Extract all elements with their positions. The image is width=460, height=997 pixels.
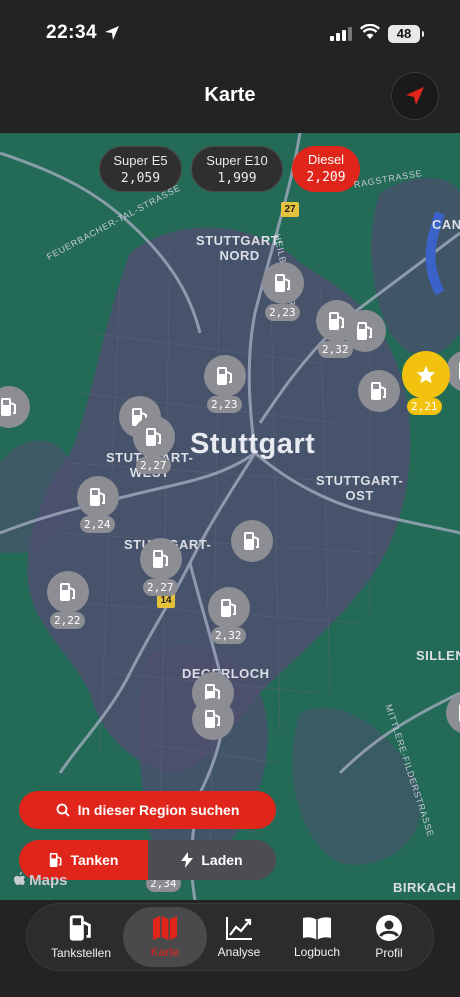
- district-label-can: CAN: [432, 217, 460, 232]
- apple-maps-attribution[interactable]: Maps: [14, 872, 68, 889]
- lightning-icon: [181, 852, 194, 868]
- navigation-arrow-icon: [406, 87, 424, 105]
- mode-tanken-label: Tanken: [70, 852, 119, 868]
- battery-indicator: 48: [388, 25, 424, 43]
- gas-station-marker[interactable]: [208, 587, 250, 629]
- road-shield-27: 27: [281, 202, 299, 217]
- fuel-chip-price: 2,059: [120, 171, 161, 186]
- tab-tankstellen[interactable]: Tankstellen: [41, 904, 121, 970]
- fuel-pump-icon: [205, 710, 220, 728]
- fuel-chip-label: Super E10: [206, 153, 268, 168]
- apple-logo-icon: [14, 872, 25, 885]
- fuel-pump-icon: [49, 853, 61, 867]
- gas-station-marker[interactable]: [316, 300, 358, 342]
- status-bar: 22:34 48: [0, 0, 460, 70]
- fuel-chip-price: 2,209: [306, 170, 346, 185]
- wifi-icon: [360, 24, 380, 39]
- station-price-label: 2,32: [318, 341, 353, 358]
- gas-station-marker[interactable]: [140, 538, 182, 580]
- gas-station-marker[interactable]: [192, 698, 234, 740]
- tab-label: Karte: [150, 945, 180, 959]
- fuel-pump-icon: [90, 488, 105, 506]
- fuel-pump-icon: [357, 322, 372, 340]
- fuel-pump-icon: [244, 532, 259, 550]
- favorite-station-marker[interactable]: [402, 351, 450, 399]
- mode-laden-button[interactable]: Laden: [148, 840, 276, 880]
- map-view[interactable]: Super E5 2,059 Super E10 1,999 Diesel 2,…: [0, 133, 460, 900]
- station-price-label: 2,23: [265, 304, 300, 321]
- tab-profil[interactable]: Profil: [359, 904, 419, 970]
- city-label: Stuttgart: [190, 428, 316, 460]
- fuel-chip-label: Diesel: [307, 152, 345, 167]
- district-label-nord: STUTTGART- NORD: [196, 233, 284, 263]
- tab-logbuch[interactable]: Logbuch: [279, 904, 355, 970]
- map-icon: [153, 916, 177, 940]
- star-icon: [416, 365, 436, 384]
- search-region-label: In dieser Region suchen: [77, 802, 240, 818]
- location-arrow-icon: [105, 26, 119, 40]
- district-label-sillen: SILLEN: [416, 648, 460, 663]
- fuel-pump-icon: [217, 367, 232, 385]
- fuel-pump-icon: [329, 312, 344, 330]
- station-price-label: 2,27: [143, 579, 178, 596]
- locate-me-button[interactable]: [391, 72, 439, 120]
- gas-station-marker[interactable]: [262, 262, 304, 304]
- tab-label: Logbuch: [293, 945, 341, 959]
- tab-analyse[interactable]: Analyse: [207, 904, 271, 970]
- fuel-chip-price: 1,999: [217, 171, 257, 186]
- fuel-chip-diesel[interactable]: Diesel 2,209: [292, 146, 360, 192]
- cellular-signal-icon: [330, 27, 352, 41]
- station-price-label: 2,23: [207, 396, 242, 413]
- tab-karte[interactable]: Karte: [123, 907, 207, 967]
- fuel-pump-icon: [146, 428, 161, 446]
- station-price-label: 2,32: [211, 627, 246, 644]
- station-price-label: 2,24: [80, 516, 115, 533]
- fuel-pump-icon: [1, 398, 16, 416]
- status-time: 22:34: [46, 22, 98, 43]
- maps-label: Maps: [29, 872, 68, 889]
- gas-station-marker[interactable]: [77, 476, 119, 518]
- station-price-label: 2,22: [50, 612, 85, 629]
- fuel-pump-icon: [60, 583, 75, 601]
- fuel-chip-super-e5[interactable]: Super E5 2,059: [99, 146, 182, 192]
- gas-station-marker[interactable]: [47, 571, 89, 613]
- district-label-birkach: BIRKACH: [393, 880, 457, 895]
- search-region-button[interactable]: In dieser Region suchen: [19, 791, 276, 829]
- gas-station-marker[interactable]: [133, 416, 175, 458]
- person-circle-icon: [376, 915, 402, 941]
- tab-label: Profil: [375, 946, 403, 960]
- tab-label: Analyse: [217, 945, 261, 959]
- mode-laden-label: Laden: [201, 852, 243, 868]
- station-price-label: 2,27: [136, 457, 171, 474]
- fuel-pump-icon: [275, 274, 290, 292]
- fuel-chip-label: Super E5: [113, 153, 168, 168]
- gas-station-marker[interactable]: [231, 520, 273, 562]
- bottom-tab-bar: Tankstellen Karte Analyse Logbuch Profil: [26, 903, 434, 971]
- gas-station-marker[interactable]: [358, 370, 400, 412]
- fuel-pump-icon: [69, 915, 91, 941]
- tab-label: Tankstellen: [50, 946, 112, 960]
- book-icon: [303, 917, 331, 940]
- favorite-station-price-label: 2,21: [407, 398, 442, 415]
- chart-line-icon: [226, 917, 252, 940]
- gas-station-marker[interactable]: [204, 355, 246, 397]
- search-icon: [56, 803, 70, 817]
- fuel-chip-super-e10[interactable]: Super E10 1,999: [191, 146, 283, 192]
- fuel-pump-icon: [153, 550, 168, 568]
- district-label-ost: STUTTGART- OST: [316, 473, 404, 503]
- fuel-pump-icon: [221, 599, 236, 617]
- fuel-pump-icon: [371, 382, 386, 400]
